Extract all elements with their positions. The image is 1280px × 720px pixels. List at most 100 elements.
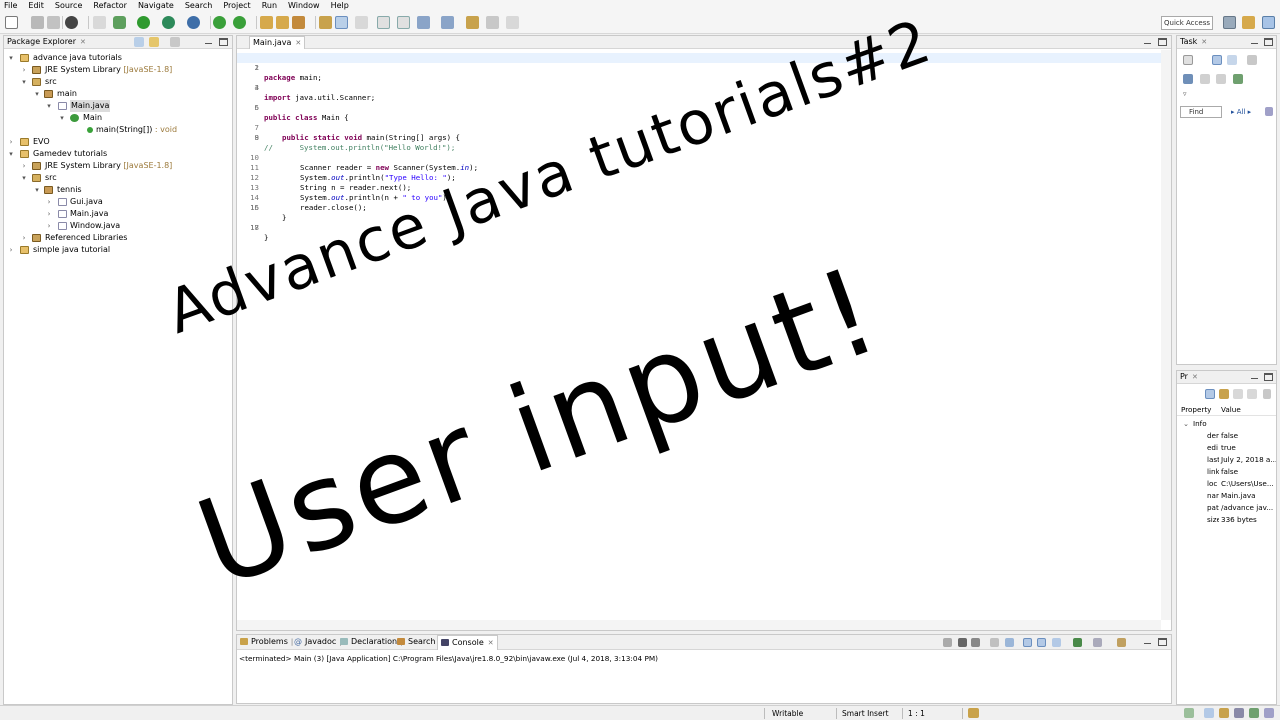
close-icon[interactable]: ✕ [488, 636, 494, 650]
chevron-down-icon[interactable]: ⌄ [1183, 418, 1189, 430]
forward-arrow-icon[interactable] [506, 16, 519, 29]
property-row[interactable]: pat/advance jav... [1177, 502, 1276, 514]
categorized-icon[interactable] [1212, 55, 1222, 65]
collapse-all-icon[interactable] [134, 37, 144, 47]
show-advanced-icon[interactable] [1219, 389, 1229, 399]
trim-stack-icon[interactable] [1264, 708, 1274, 718]
menu-edit[interactable]: Edit [28, 0, 44, 12]
property-row[interactable]: loc C:\Users\Use... [1177, 478, 1276, 490]
sync-icon[interactable] [1233, 74, 1243, 84]
tab-declaration[interactable]: Declaration| [340, 635, 402, 648]
open-folder-icon[interactable] [276, 16, 289, 29]
restore-default-icon[interactable] [1247, 389, 1257, 399]
clear-console-icon[interactable] [990, 638, 999, 647]
menu-refactor[interactable]: Refactor [93, 0, 127, 12]
dropdown-arrow-icon[interactable]: ▿ [1183, 90, 1191, 98]
show-categories-icon[interactable] [1205, 389, 1215, 399]
minimize-icon[interactable] [1143, 638, 1152, 646]
expand-toggle[interactable]: ▾ [7, 148, 15, 160]
menu-source[interactable]: Source [55, 0, 82, 12]
tree-item-package[interactable]: ▾ tennis [4, 184, 232, 196]
terminate-icon[interactable] [943, 638, 952, 647]
tree-item-library[interactable]: › Referenced Libraries [4, 232, 232, 244]
skip-breakpoints-icon[interactable] [93, 16, 106, 29]
new-java-project-icon[interactable] [213, 16, 226, 29]
scheduled-icon[interactable] [1227, 55, 1237, 65]
code-area[interactable]: 1 package main; 2 3 import java.util.Sca… [237, 50, 1161, 620]
trim-stack-icon[interactable] [1234, 708, 1244, 718]
menu-search[interactable]: Search [185, 0, 212, 12]
task-all-link[interactable]: ▸ All ▸ [1231, 108, 1251, 116]
tree-item-method[interactable]: main(String[]) : void [4, 124, 232, 136]
trim-stack-icon[interactable] [1204, 708, 1214, 718]
task-view-menu-icon[interactable] [1247, 55, 1257, 65]
minimize-icon[interactable] [1250, 373, 1259, 381]
search-icon[interactable] [292, 16, 305, 29]
minimize-icon[interactable] [204, 38, 213, 46]
display-console-icon[interactable] [1093, 638, 1102, 647]
tasks-progress-icon[interactable] [968, 708, 979, 718]
activate-task-icon[interactable] [1265, 107, 1273, 116]
maximize-icon[interactable] [1158, 638, 1167, 646]
menu-help[interactable]: Help [331, 0, 349, 12]
trim-stack-icon[interactable] [1184, 708, 1194, 718]
word-wrap-icon[interactable] [1023, 638, 1032, 647]
coverage-icon[interactable] [162, 16, 175, 29]
remove-launch-icon[interactable] [958, 638, 967, 647]
tree-item-project[interactable]: › EVO [4, 136, 232, 148]
prev-annotation-icon[interactable] [397, 16, 410, 29]
property-row[interactable]: der false [1177, 430, 1276, 442]
task-find-input[interactable]: Find [1180, 106, 1222, 118]
show-on-error-icon[interactable] [1052, 638, 1061, 647]
trim-stack-icon[interactable] [1249, 708, 1259, 718]
property-row[interactable]: size 336 bytes [1177, 514, 1276, 526]
trim-stack-icon[interactable] [1219, 708, 1229, 718]
focus-icon[interactable] [1183, 74, 1193, 84]
property-row[interactable]: link false [1177, 466, 1276, 478]
close-icon[interactable]: ✕ [80, 36, 86, 48]
filter-icon[interactable] [1233, 389, 1243, 399]
view-menu-icon[interactable] [170, 37, 180, 47]
properties-menu-icon[interactable] [1263, 389, 1271, 399]
quick-access-input[interactable]: Quick Access [1161, 16, 1213, 30]
java-ee-perspective-icon[interactable] [1242, 16, 1255, 29]
tab-problems[interactable]: Problems | [240, 635, 293, 648]
collapse-tasks-icon[interactable] [1200, 74, 1210, 84]
properties-group-info[interactable]: ⌄ Info [1177, 418, 1276, 430]
new-icon[interactable] [5, 16, 18, 29]
toggle-mark-occurrences-icon[interactable] [319, 16, 332, 29]
property-row[interactable]: nar Main.java [1177, 490, 1276, 502]
expand-toggle[interactable]: › [45, 220, 53, 232]
show-whitespace-icon[interactable] [355, 16, 368, 29]
expand-toggle[interactable]: › [20, 64, 28, 76]
new-task-icon[interactable] [1183, 55, 1193, 65]
tab-properties[interactable]: Pr ✕ [1177, 371, 1201, 384]
tree-item-src[interactable]: ▾ src [4, 172, 232, 184]
link-with-editor-icon[interactable] [149, 37, 159, 47]
tree-item-java-file[interactable]: › Main.java [4, 208, 232, 220]
tree-item-project[interactable]: ▾ Gamedev tutorials [4, 148, 232, 160]
tab-package-explorer[interactable]: Package Explorer ✕ [4, 36, 89, 49]
minimize-icon[interactable] [1143, 38, 1152, 46]
menu-window[interactable]: Window [288, 0, 320, 12]
expand-toggle[interactable]: › [20, 232, 28, 244]
maximize-icon[interactable] [1264, 373, 1273, 381]
open-console-icon[interactable] [1117, 638, 1126, 647]
scroll-lock-icon[interactable] [1005, 638, 1014, 647]
close-icon[interactable]: ✕ [295, 37, 301, 49]
menu-run[interactable]: Run [262, 0, 277, 12]
remove-all-icon[interactable] [971, 638, 980, 647]
minimize-icon[interactable] [1250, 38, 1259, 46]
toggle-block-selection-icon[interactable] [335, 16, 348, 29]
property-row[interactable]: edi true [1177, 442, 1276, 454]
tab-main-java[interactable]: Main.java ✕ [249, 36, 306, 49]
menu-navigate[interactable]: Navigate [138, 0, 174, 12]
run-icon[interactable] [137, 16, 150, 29]
property-row[interactable]: last July 2, 2018 a... [1177, 454, 1276, 466]
expand-tasks-icon[interactable] [1216, 74, 1226, 84]
open-type-icon[interactable] [260, 16, 273, 29]
tree-item-package[interactable]: ▾ main [4, 88, 232, 100]
last-edit-icon[interactable] [417, 16, 430, 29]
expand-toggle[interactable]: › [45, 208, 53, 220]
expand-toggle[interactable]: ▾ [20, 76, 28, 88]
